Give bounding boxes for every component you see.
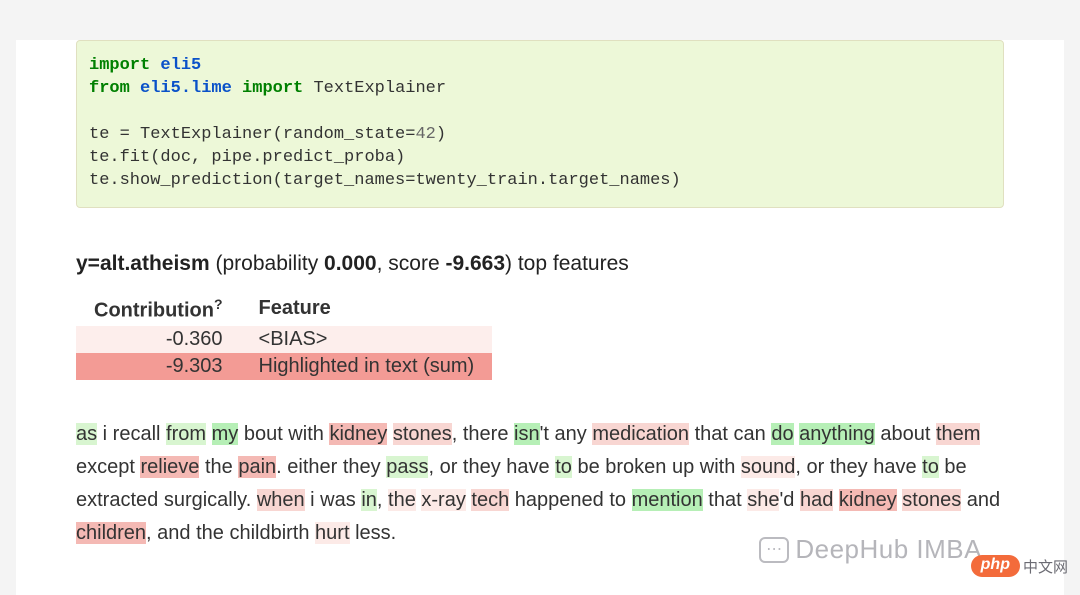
token: isn: [514, 423, 540, 445]
token: [206, 423, 212, 445]
token: when: [257, 489, 305, 511]
token: . either they: [276, 456, 386, 478]
token: the: [199, 456, 238, 478]
token: , there: [452, 423, 514, 445]
score-value: -9.663: [445, 252, 505, 275]
token: stones: [393, 423, 452, 445]
token: pass: [386, 456, 428, 478]
token: sound: [741, 456, 796, 478]
token: and: [961, 489, 1000, 511]
cell-contribution: -9.303: [76, 353, 241, 380]
table-row: -9.303Highlighted in text (sum): [76, 353, 492, 380]
token: kidney: [839, 489, 897, 511]
token: she: [747, 489, 779, 511]
code-l5: te.show_prediction(target_names=twenty_t…: [89, 171, 681, 190]
token: from: [166, 423, 206, 445]
token: to: [922, 456, 939, 478]
code-block: import eli5 from eli5.lime import TextEx…: [76, 40, 1004, 208]
table-row: -0.360<BIAS>: [76, 326, 492, 353]
token: in: [361, 489, 377, 511]
token: anything: [799, 423, 875, 445]
code-rest: TextExplainer: [303, 79, 446, 98]
prob-value: 0.000: [324, 252, 377, 275]
help-icon[interactable]: ?: [214, 296, 223, 312]
cell-contribution: -0.360: [76, 326, 241, 353]
cell-feature: Highlighted in text (sum): [241, 353, 493, 380]
token: , or they have: [428, 456, 555, 478]
th-feature: Feature: [241, 294, 493, 327]
token: i was: [305, 489, 362, 511]
highlighted-text: as i recall from my bout with kidney sto…: [76, 418, 1004, 550]
token: , or they have: [795, 456, 922, 478]
token: do: [771, 423, 793, 445]
token: except: [76, 456, 140, 478]
token: that can: [689, 423, 771, 445]
token: stones: [902, 489, 961, 511]
token: as: [76, 423, 97, 445]
features-table: Contribution? Feature -0.360<BIAS>-9.303…: [76, 294, 492, 381]
token: that: [703, 489, 747, 511]
code-l4: te.fit(doc, pipe.predict_proba): [89, 148, 405, 167]
token: i recall: [97, 423, 166, 445]
kw-from: from: [89, 79, 130, 98]
token: , and the childbirth: [146, 522, 315, 544]
cell-feature: <BIAS>: [241, 326, 493, 353]
token: them: [936, 423, 980, 445]
kw-import2: import: [242, 79, 303, 98]
token: kidney: [329, 423, 387, 445]
token: ,: [377, 489, 388, 511]
token: medication: [592, 423, 689, 445]
token: happened to: [509, 489, 631, 511]
token: my: [212, 423, 239, 445]
token: mention: [632, 489, 703, 511]
token: about: [875, 423, 936, 445]
token: the: [388, 489, 416, 511]
token: [387, 423, 393, 445]
mod-lime: eli5.lime: [140, 79, 232, 98]
token: relieve: [140, 456, 199, 478]
code-l3b: ): [436, 125, 446, 144]
token: children: [76, 522, 146, 544]
token: to: [555, 456, 572, 478]
token: bout with: [238, 423, 329, 445]
token: be broken up with: [572, 456, 741, 478]
code-l3a: te = TextExplainer(random_state=: [89, 125, 415, 144]
token: tech: [471, 489, 509, 511]
kw-import: import: [89, 56, 150, 75]
token: had: [800, 489, 833, 511]
code-num: 42: [415, 125, 435, 144]
y-label: y=alt.atheism: [76, 252, 210, 275]
token: 't any: [540, 423, 593, 445]
token: 'd: [779, 489, 800, 511]
features-tbody: -0.360<BIAS>-9.303Highlighted in text (s…: [76, 326, 492, 380]
th-contribution: Contribution?: [76, 294, 241, 327]
token: x-ray: [421, 489, 465, 511]
token: pain: [238, 456, 276, 478]
mod-eli5: eli5: [160, 56, 201, 75]
prediction-heading: y=alt.atheism (probability 0.000, score …: [76, 252, 1004, 276]
token: hurt: [315, 522, 349, 544]
token: less.: [350, 522, 397, 544]
